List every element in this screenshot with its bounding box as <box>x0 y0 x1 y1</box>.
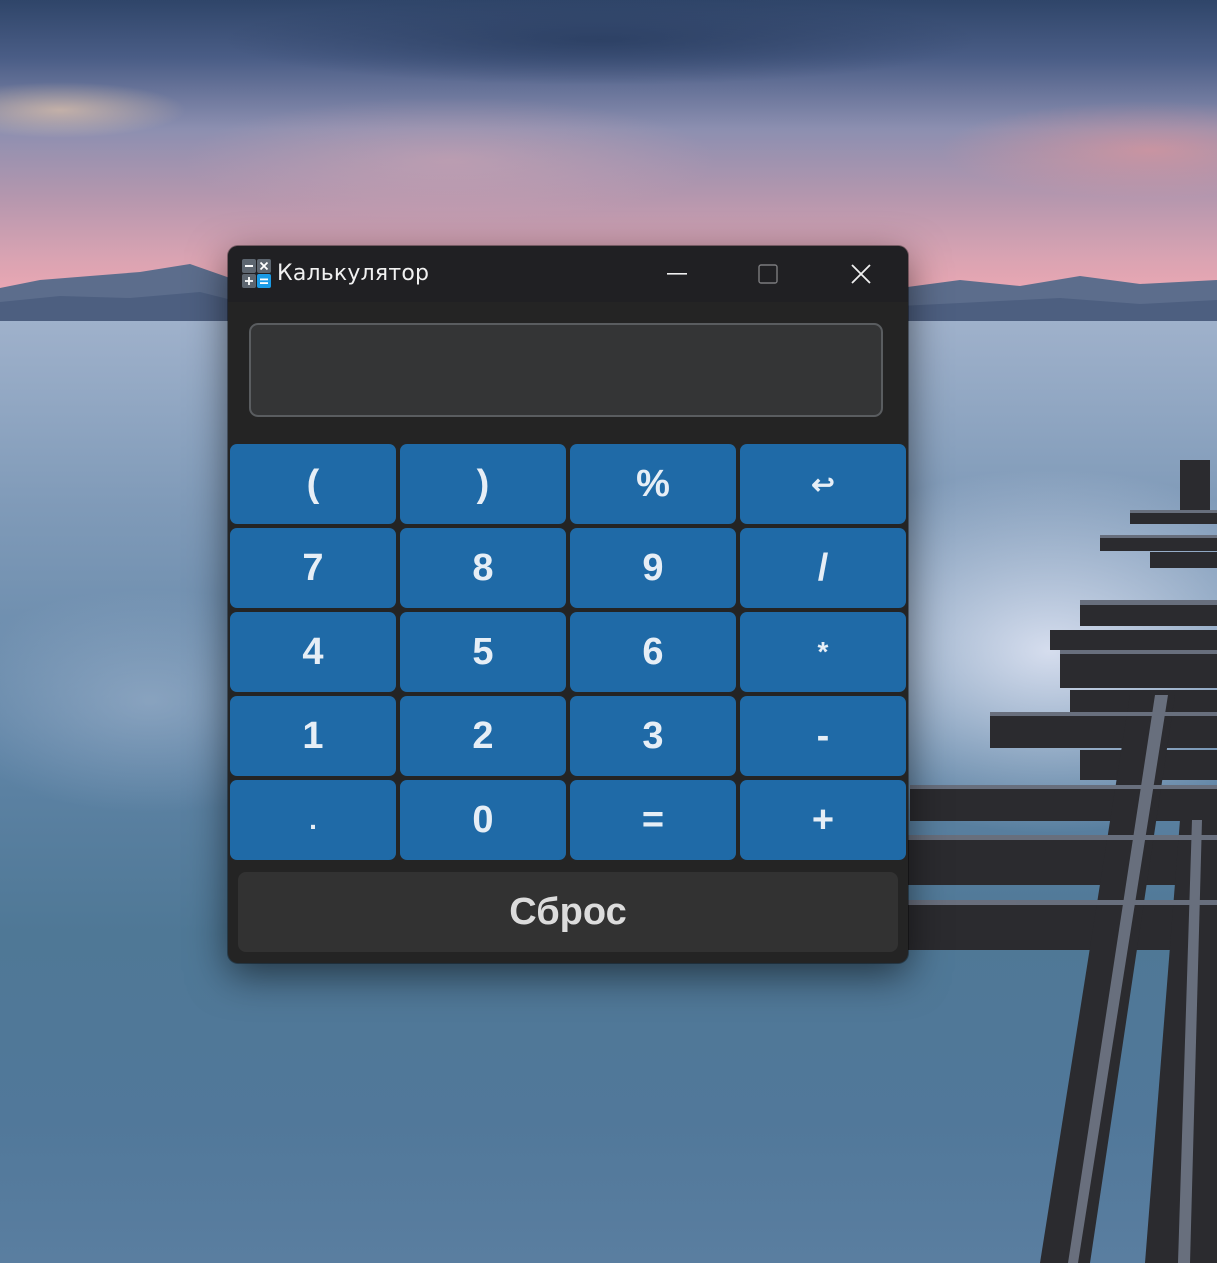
close-icon <box>851 264 871 284</box>
calculator-app-icon <box>242 259 271 288</box>
key-equals-label: = <box>641 798 665 841</box>
key-digit-6-label: 6 <box>642 630 664 673</box>
key-digit-1-button[interactable]: 1 <box>230 696 396 776</box>
title-bar[interactable]: Калькулятор <box>228 246 908 302</box>
key-digit-2-label: 2 <box>472 714 494 757</box>
key-digit-9-button[interactable]: 9 <box>570 528 736 608</box>
reset-button[interactable]: Сброс <box>238 872 898 952</box>
key-digit-7-button[interactable]: 7 <box>230 528 396 608</box>
minimize-button[interactable] <box>632 246 722 302</box>
key-digit-0-label: 0 <box>472 798 494 841</box>
key-digit-7-label: 7 <box>302 546 324 589</box>
key-add-label: + <box>811 798 835 841</box>
key-digit-0-button[interactable]: 0 <box>400 780 566 860</box>
minimize-icon <box>667 273 687 275</box>
key-multiply-label: * <box>817 636 829 667</box>
key-backspace-label: ↩ <box>811 468 835 500</box>
key-equals-button[interactable]: = <box>570 780 736 860</box>
key-digit-5-label: 5 <box>472 630 494 673</box>
key-percent-label: % <box>636 462 670 505</box>
key-digit-4-button[interactable]: 4 <box>230 612 396 692</box>
maximize-button[interactable] <box>723 246 813 302</box>
key-digit-6-button[interactable]: 6 <box>570 612 736 692</box>
key-decimal-button[interactable]: . <box>230 780 396 860</box>
wallpaper-pier <box>900 460 1217 1263</box>
key-divide-button[interactable]: / <box>740 528 906 608</box>
key-digit-8-button[interactable]: 8 <box>400 528 566 608</box>
key-subtract-label: - <box>816 714 830 757</box>
key-digit-3-label: 3 <box>642 714 664 757</box>
maximize-icon <box>758 264 778 284</box>
keypad: ()% ↩ 7 8 9 / 4 5 6 * 1 2 3 -. 0 = + <box>230 444 906 860</box>
key-digit-9-label: 9 <box>642 546 664 589</box>
key-digit-8-label: 8 <box>472 546 494 589</box>
calculator-display[interactable] <box>249 323 883 417</box>
key-open-paren-label: ( <box>306 462 320 505</box>
close-button[interactable] <box>816 246 906 302</box>
key-multiply-button[interactable]: * <box>740 612 906 692</box>
key-digit-3-button[interactable]: 3 <box>570 696 736 776</box>
key-decimal-label: . <box>309 804 317 835</box>
key-close-paren-button[interactable]: ) <box>400 444 566 524</box>
key-digit-2-button[interactable]: 2 <box>400 696 566 776</box>
key-divide-label: / <box>817 546 829 589</box>
key-percent-button[interactable]: % <box>570 444 736 524</box>
window-title: Калькулятор <box>277 261 430 286</box>
calculator-window: Калькулятор ()% ↩ 7 8 9 / 4 5 6 * 1 2 3 -. 0 = + Сброс <box>228 246 908 963</box>
key-digit-5-button[interactable]: 5 <box>400 612 566 692</box>
key-digit-4-label: 4 <box>302 630 324 673</box>
key-digit-1-label: 1 <box>302 714 324 757</box>
key-subtract-button[interactable]: - <box>740 696 906 776</box>
key-close-paren-label: ) <box>476 462 490 505</box>
key-backspace-button[interactable]: ↩ <box>740 444 906 524</box>
key-add-button[interactable]: + <box>740 780 906 860</box>
key-open-paren-button[interactable]: ( <box>230 444 396 524</box>
